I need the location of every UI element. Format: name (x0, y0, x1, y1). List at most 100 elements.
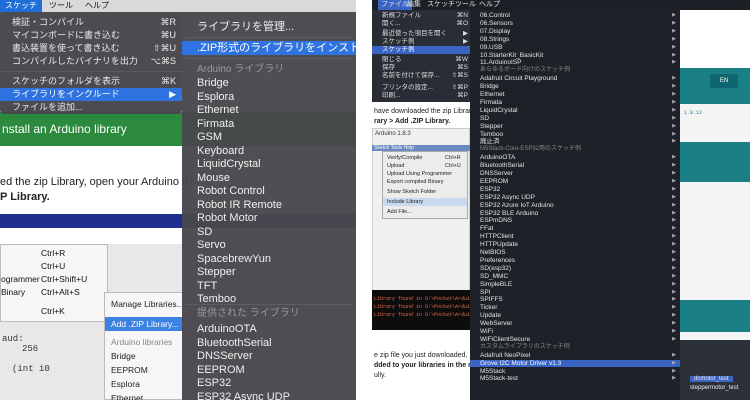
menu-item-arduino-library[interactable]: LiquidCrystal (182, 157, 356, 171)
menu-item-example[interactable]: SPI ▶ (470, 289, 680, 297)
menu-item-example[interactable]: NetBIOS ▶ (470, 249, 680, 257)
menu-item-example[interactable]: 10.StarterKit_BasicKit ▶ (470, 52, 680, 60)
menu-item-example[interactable]: 06.Control ▶ (470, 12, 680, 20)
menu-item-arduino-library[interactable]: Firmata (182, 117, 356, 131)
menu-item-contributed-library[interactable]: EEPROM (182, 363, 356, 377)
menu-item-contributed-library[interactable]: DNSServer (182, 349, 356, 363)
menu-item-example[interactable]: SimpleBLE ▶ (470, 281, 680, 289)
menu-item-arduino-library[interactable]: Esplora (182, 90, 356, 104)
menu-item[interactable]: 印刷... ⌘P (372, 92, 472, 100)
menu-item[interactable]: ogrammer (1, 273, 40, 286)
menu-item-example[interactable]: 11.ArduinoISP ▶ (470, 59, 680, 67)
menu-item-arduino-library[interactable]: Mouse (182, 171, 356, 185)
menu-item-example[interactable]: ESP32 Azure IoT Arduino ▶ (470, 202, 680, 210)
menu-item-example[interactable]: Stepper ▶ (470, 123, 680, 131)
menu-item-arduino-library[interactable]: Bridge (182, 76, 356, 90)
menu-item-library[interactable]: EEPROM (111, 363, 148, 377)
menu-item[interactable]: Verify/Compile (387, 154, 422, 162)
menu-item-arduino-library[interactable]: Robot Control (182, 184, 356, 198)
menu-item[interactable]: Binary (1, 286, 25, 299)
menu-item-arduino-library[interactable]: TFT (182, 279, 356, 293)
menu-item[interactable]: Export compiled Binary (387, 178, 444, 186)
menu-tools[interactable]: ツール (44, 0, 78, 12)
menu-item-example[interactable]: 07.Display ▶ (470, 28, 680, 36)
menu-item-include-library[interactable]: ライブラリをインクルード ▶ (0, 88, 182, 101)
menu-item[interactable]: 新規ファイル ⌘N (372, 12, 472, 20)
menu-item-example[interactable]: Preferences ▶ (470, 257, 680, 265)
menu-item-library[interactable]: Bridge (111, 349, 136, 363)
menu-item-add-zip-library[interactable]: Add .ZIP Library... (105, 317, 183, 331)
menu-item-arduino-library[interactable]: SD (182, 225, 356, 239)
menu-item-example[interactable]: WebServer ▶ (470, 320, 680, 328)
menu-item-example[interactable]: DNSServer ▶ (470, 170, 680, 178)
menu-item-library[interactable]: Esplora (111, 377, 140, 391)
menu-item-install-zip[interactable]: .ZIP形式のライブラリをインストール... (182, 41, 356, 55)
menu-item-example[interactable]: BluetoothSerial ▶ (470, 162, 680, 170)
menu-item-example[interactable]: M5Stack-test ▶ (470, 375, 680, 383)
menu-item-arduino-library[interactable]: Keyboard (182, 144, 356, 158)
menu-shortcut[interactable]: Ctrl+R (41, 247, 65, 260)
menu-item-example[interactable]: Update ▶ (470, 312, 680, 320)
menu-item-contributed-library[interactable]: ESP32 Async UDP (182, 390, 356, 400)
menu-item-example[interactable]: 08.Strings ▶ (470, 36, 680, 44)
menu-item-arduino-library[interactable]: Servo (182, 238, 356, 252)
menu-item-example[interactable]: ESPmDNS ▶ (470, 217, 680, 225)
language-button[interactable]: EN (710, 74, 738, 88)
menu-item-example[interactable]: Adafruit Circuit Playground ▶ (470, 75, 680, 83)
menu-item-example[interactable]: SPIFFS ▶ (470, 296, 680, 304)
menu-item-upload[interactable]: マイコンボードに書き込む ⌘U (0, 29, 182, 42)
menu-item-example[interactable]: steppermotor_test (690, 385, 738, 391)
menu-item-example[interactable]: Ethernet ▶ (470, 91, 680, 99)
menu-item[interactable]: Upload (387, 162, 404, 170)
menu-item-example[interactable]: EEPROM ▶ (470, 178, 680, 186)
menu-item-arduino-library[interactable]: Stepper (182, 265, 356, 279)
menu-item-example[interactable]: Adafruit NeoPixel ▶ (470, 352, 680, 360)
menu-item-contributed-library[interactable]: ESP32 (182, 376, 356, 390)
menu-item-verify[interactable]: 検証・コンパイル ⌘R (0, 16, 182, 29)
menu-item-example[interactable]: FFat ▶ (470, 225, 680, 233)
menu-item-example[interactable]: Grove I2C Motor Driver v1.3 ▶ (470, 359, 680, 368)
menu-item-arduino-library[interactable]: Robot Motor (182, 211, 356, 225)
menu-item[interactable]: プリンタの設定... ⇧⌘P (372, 84, 472, 92)
menu-item-arduino-library[interactable]: GSM (182, 130, 356, 144)
menu-item-example[interactable]: SD(esp32) ▶ (470, 265, 680, 273)
menu-item-example[interactable]: WiFi ▶ (470, 328, 680, 336)
menu-item[interactable]: 名前を付けて保存... ⇧⌘S (372, 72, 472, 80)
menu-item-example[interactable]: 06.Sensors ▶ (470, 20, 680, 28)
menu-item-example[interactable]: 廃止済 ▶ (470, 138, 680, 146)
menu-item-example[interactable]: dcmotor_test (690, 376, 733, 382)
menu-item-examples[interactable]: スケッチ例 (372, 46, 472, 54)
menu-item-upload-programmer[interactable]: 書込装置を使って書き込む ⇧⌘U (0, 42, 182, 55)
menu-item-example[interactable]: WiFiClientSecure ▶ (470, 336, 680, 344)
menu-item-example[interactable]: ESP32 ▶ (470, 186, 680, 194)
menu-item-library[interactable]: Ethernet (111, 391, 143, 400)
menu-item-arduino-library[interactable]: Ethernet (182, 103, 356, 117)
menu-item-arduino-library[interactable]: Temboo (182, 292, 356, 306)
menu-item-example[interactable]: 09.USB ▶ (470, 44, 680, 52)
menu-item-arduino-library[interactable]: Robot IR Remote (182, 198, 356, 212)
menu-item-example[interactable]: Bridge ▶ (470, 83, 680, 91)
menu-item-example[interactable]: SD ▶ (470, 115, 680, 123)
menu-item[interactable]: スケッチ例 ▶ (372, 38, 472, 46)
menu-item-example[interactable]: HTTPUpdate ▶ (470, 241, 680, 249)
menu-edit[interactable]: 編集 (404, 0, 424, 10)
menu-item-example[interactable]: Firmata ▶ (470, 99, 680, 107)
menu-item-example[interactable]: ESP32 Async UDP ▶ (470, 194, 680, 202)
menu-item-contributed-library[interactable]: BluetoothSerial (182, 336, 356, 350)
menu-item-add-file[interactable]: ファイルを追加... (0, 101, 182, 114)
menu-item-export-binary[interactable]: コンパイルしたバイナリを出力 ⌥⌘S (0, 55, 182, 68)
menu-shortcut[interactable]: Ctrl+K (41, 305, 65, 318)
menu-sketch[interactable]: スケッチ (0, 0, 42, 12)
menu-item[interactable]: 最近使った項目を開く ▶ (372, 30, 472, 38)
menu-item-contributed-library[interactable]: ArduinoOTA (182, 322, 356, 336)
menu-item-arduino-library[interactable]: SpacebrewYun (182, 252, 356, 266)
menu-item[interactable]: Add File... (387, 208, 412, 216)
menu-item[interactable]: 開く... ⌘O (372, 20, 472, 28)
menu-item[interactable]: Upload Using Programmer (387, 170, 452, 178)
menu-item[interactable]: Show Sketch Folder (387, 188, 436, 196)
menu-item-example[interactable]: LiquidCrystal ▶ (470, 107, 680, 115)
menu-item[interactable]: 保存 ⌘S (372, 64, 472, 72)
menu-item-example[interactable]: Ticker ▶ (470, 304, 680, 312)
menu-item-example[interactable]: ArduinoOTA ▶ (470, 154, 680, 162)
menu-item-example[interactable]: HTTPClient ▶ (470, 233, 680, 241)
